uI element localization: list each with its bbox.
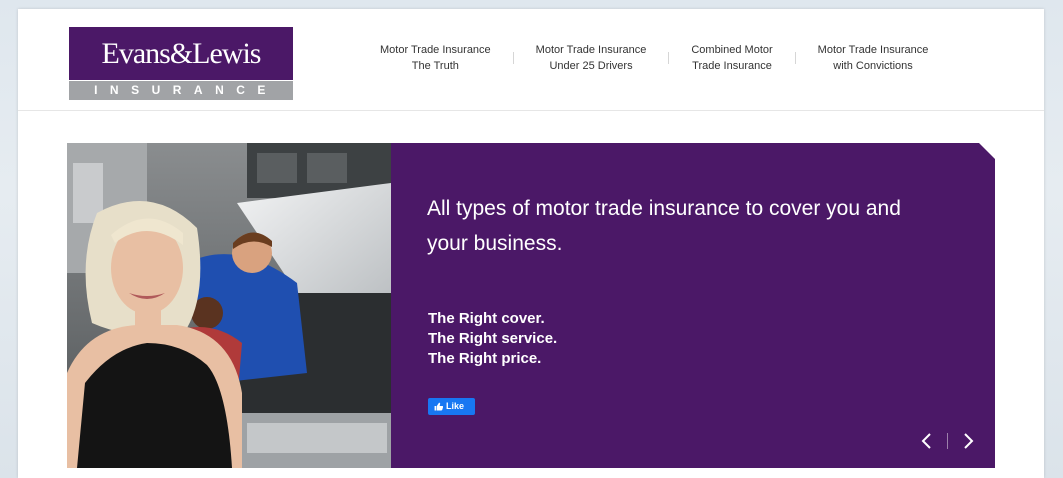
nav-item-under-25-drivers[interactable]: Motor Trade Insurance Under 25 Drivers xyxy=(514,42,669,74)
page: Evans&Lewis INSURANCE Motor Trade Insura… xyxy=(18,9,1044,478)
logo-brand: Evans&Lewis xyxy=(69,27,293,80)
mechanics-photo-illustration xyxy=(67,143,391,468)
nav-item-the-truth[interactable]: Motor Trade Insurance The Truth xyxy=(358,42,513,74)
facebook-like-button[interactable]: Like xyxy=(428,398,475,415)
thumbs-up-icon xyxy=(434,402,443,411)
nav-item-combined-motor-trade[interactable]: Combined Motor Trade Insurance xyxy=(669,42,794,74)
slider-controls xyxy=(916,430,979,452)
hero-slider: All types of motor trade insurance to co… xyxy=(67,143,995,468)
site-logo[interactable]: Evans&Lewis INSURANCE xyxy=(69,27,293,100)
logo-subtitle: INSURANCE xyxy=(69,81,293,100)
site-header: Evans&Lewis INSURANCE Motor Trade Insura… xyxy=(18,9,1044,111)
nav-label-line1: Motor Trade Insurance xyxy=(380,44,491,56)
chevron-left-icon[interactable] xyxy=(916,430,938,452)
panel-corner-fold xyxy=(979,143,995,159)
nav-label-line2: The Truth xyxy=(411,60,459,72)
nav-label-line2: Trade Insurance xyxy=(692,60,772,72)
tagline-line: The Right service. xyxy=(428,330,558,347)
nav-label-line1: Motor Trade Insurance xyxy=(535,44,647,56)
nav-label-line1: Motor Trade Insurance xyxy=(817,44,929,56)
hero-headline: All types of motor trade insurance to co… xyxy=(427,197,901,255)
hero-content-panel: All types of motor trade insurance to co… xyxy=(391,143,995,468)
nav-label-line1: Combined Motor xyxy=(691,44,773,56)
hero-tagline: The Right cover. The Right service. The … xyxy=(428,309,557,369)
like-label: Like xyxy=(446,401,465,411)
slider-controls-divider xyxy=(947,433,948,449)
chevron-right-icon[interactable] xyxy=(957,430,979,452)
nav-label-line2: with Convictions xyxy=(833,60,913,72)
nav-label-line2: Under 25 Drivers xyxy=(549,60,633,72)
nav-item-with-convictions[interactable]: Motor Trade Insurance with Convictions xyxy=(796,42,951,74)
main-nav: Motor Trade Insurance The Truth Motor Tr… xyxy=(358,41,950,75)
hero-photo xyxy=(67,143,391,468)
tagline-line: The Right cover. xyxy=(428,310,545,327)
tagline-line: The Right price. xyxy=(428,350,542,367)
